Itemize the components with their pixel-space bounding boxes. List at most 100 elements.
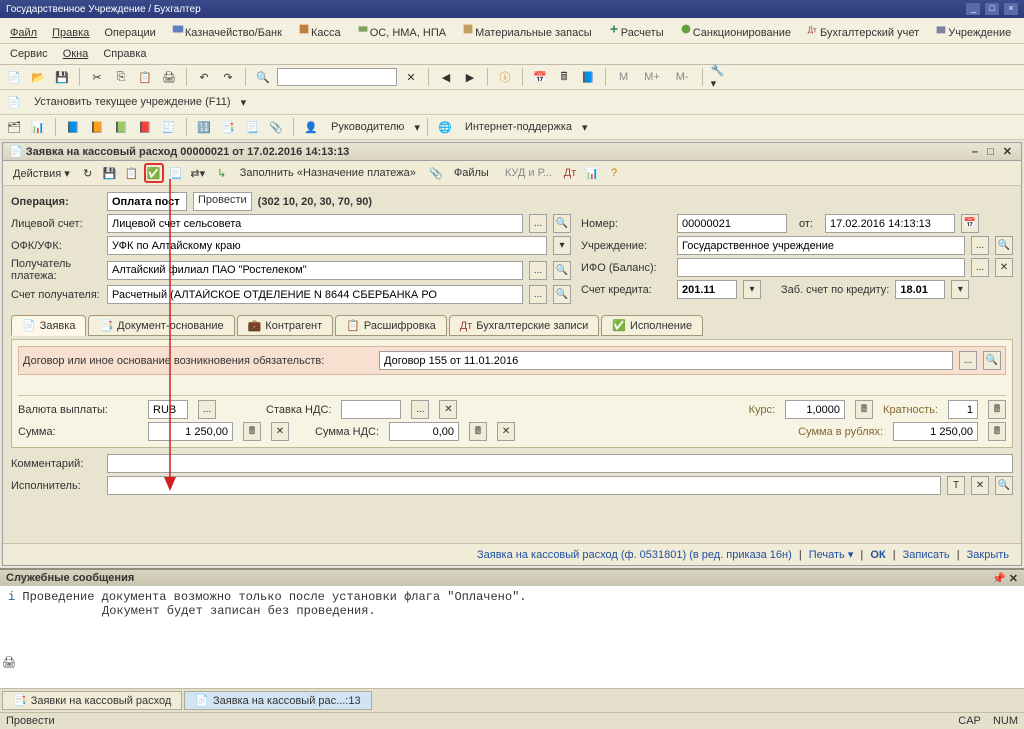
tab-execution[interactable]: ✅Исполнение [601, 315, 703, 336]
minimize-icon[interactable]: _ [966, 3, 980, 15]
dropdown-icon[interactable]: ▾ [553, 236, 571, 255]
clear-icon[interactable]: ✕ [271, 422, 289, 441]
tab-request[interactable]: 📄Заявка [11, 315, 86, 336]
files-link[interactable]: Файлы [448, 165, 495, 181]
ic3[interactable]: 📘 [63, 117, 83, 137]
search-input[interactable] [277, 68, 397, 86]
cut-icon[interactable]: ✂ [87, 67, 107, 87]
menu-materials[interactable]: Материальные запасы [455, 20, 598, 41]
ifo-input[interactable] [677, 258, 965, 277]
dtkt-icon[interactable]: Дт [560, 163, 580, 183]
copy-icon[interactable]: ⎘ [111, 67, 131, 87]
calc-icon[interactable]: 🖩 [469, 422, 487, 441]
menu-calc[interactable]: Расчеты [601, 20, 670, 41]
tab-counterparty[interactable]: 💼Контрагент [237, 315, 334, 336]
sum-input[interactable] [148, 422, 233, 441]
calc-icon[interactable]: 🖩 [855, 400, 873, 419]
clip-icon[interactable]: 📎 [426, 163, 446, 183]
globe-icon[interactable]: 🌐 [435, 117, 455, 137]
ok-button[interactable]: ОК [870, 549, 885, 561]
menu-windows[interactable]: Окна [57, 46, 95, 62]
calc-icon[interactable]: 🖩 [988, 422, 1006, 441]
menu-treasury[interactable]: Казначейство/Банк [165, 20, 288, 41]
ic2[interactable]: 📊 [28, 117, 48, 137]
ic9[interactable]: 📑 [218, 117, 238, 137]
nav-fwd-icon[interactable]: ▶ [460, 67, 480, 87]
report-icon[interactable]: 📊 [582, 163, 602, 183]
close-icon[interactable]: × [1004, 3, 1018, 15]
menu-operations[interactable]: Операции [98, 25, 161, 41]
date-input[interactable] [825, 214, 955, 233]
paste-icon[interactable]: 📋 [135, 67, 155, 87]
undo-icon[interactable]: ↶ [194, 67, 214, 87]
search-icon[interactable]: 🔍 [553, 285, 571, 304]
search-icon[interactable]: 🔍 [995, 476, 1013, 495]
search-icon[interactable]: 🔍 [983, 351, 1001, 370]
comment-input[interactable] [107, 454, 1013, 473]
tab-decryption[interactable]: 📋Расшифровка [335, 315, 447, 336]
close-icon[interactable]: ✕ [1009, 573, 1018, 585]
account-input[interactable] [107, 214, 523, 233]
actions-menu[interactable]: Действия ▾ [7, 165, 76, 182]
calc-icon[interactable]: 🖩 [243, 422, 261, 441]
number-input[interactable] [677, 214, 787, 233]
rate-input[interactable] [785, 400, 845, 419]
menu-cash[interactable]: Касса [291, 20, 347, 41]
offbal-input[interactable] [895, 280, 945, 299]
print-icon[interactable]: 🖨 [159, 67, 179, 87]
side-print-icon[interactable]: 🖨 [2, 656, 16, 669]
ic7[interactable]: 🧾 [159, 117, 179, 137]
chevron-down-icon[interactable]: ▾ [414, 121, 420, 134]
chevron-down-icon[interactable]: ▾ [582, 121, 588, 134]
ruler-menu[interactable]: Руководителю [325, 119, 410, 135]
list-icon[interactable]: 📃 [166, 163, 186, 183]
dropdown-icon[interactable]: ▾ [743, 280, 761, 299]
clear-icon[interactable]: ✕ [401, 67, 421, 87]
ic6[interactable]: 📕 [135, 117, 155, 137]
lookup-icon[interactable]: ... [959, 351, 977, 370]
dropdown-icon[interactable]: ▾ [951, 280, 969, 299]
search-icon[interactable]: 🔍 [995, 236, 1013, 255]
payee-acc-input[interactable] [107, 285, 523, 304]
doc-icon[interactable]: 📄 [4, 92, 24, 112]
vat-sum-input[interactable] [389, 422, 459, 441]
lookup-icon[interactable]: ... [971, 258, 989, 277]
bottom-tab-1[interactable]: 📑Заявки на кассовый расход [2, 691, 182, 710]
doc-min-icon[interactable]: – [972, 146, 978, 158]
fill-text[interactable]: Заполнить «Назначение платежа» [234, 165, 422, 181]
clear-icon[interactable]: ✕ [995, 258, 1013, 277]
fill-icon[interactable]: ↳ [212, 163, 232, 183]
settings-icon[interactable]: 🔧▾ [710, 67, 730, 87]
select-icon[interactable]: T [947, 476, 965, 495]
form-info-link[interactable]: Заявка на кассовый расход (ф. 0531801) (… [477, 549, 792, 561]
calendar-icon[interactable]: 📅 [530, 67, 550, 87]
menu-service[interactable]: Сервис [4, 46, 54, 62]
lookup-icon[interactable]: ... [411, 400, 429, 419]
ic1[interactable]: 🗂 [4, 117, 24, 137]
restore-icon[interactable]: □ [985, 3, 999, 15]
menu-os[interactable]: ОС, НМА, НПА [350, 20, 452, 41]
mult-input[interactable] [948, 400, 978, 419]
calc-icon[interactable]: 🖩 [554, 67, 574, 87]
ic11[interactable]: 📎 [266, 117, 286, 137]
refresh-icon[interactable]: ↻ [78, 163, 98, 183]
menu-file[interactable]: Файл [4, 25, 43, 41]
copy-doc-icon[interactable]: 📋 [122, 163, 142, 183]
set-institution[interactable]: Установить текущее учреждение (F11) [28, 94, 237, 110]
open-icon[interactable]: 📂 [28, 67, 48, 87]
help-icon[interactable]: ⓘ [495, 67, 515, 87]
bal-icon[interactable]: ⇄▾ [188, 163, 208, 183]
executor-input[interactable] [107, 476, 941, 495]
calc-icon[interactable]: 🖩 [988, 400, 1006, 419]
lookup-icon[interactable]: ... [529, 285, 547, 304]
doc-close-icon[interactable]: ✕ [1003, 146, 1012, 158]
clear-icon[interactable]: ✕ [439, 400, 457, 419]
ofk-input[interactable] [107, 236, 547, 255]
lookup-icon[interactable]: ... [529, 214, 547, 233]
bottom-tab-2[interactable]: 📄Заявка на кассовый рас...:13 [184, 691, 371, 710]
contract-input[interactable] [379, 351, 953, 370]
menu-accounting[interactable]: ДтБухгалтерский учет [800, 20, 925, 41]
chevron-down-icon[interactable]: ▾ [241, 96, 247, 109]
doc-max-icon[interactable]: □ [987, 146, 994, 158]
tab-docbase[interactable]: 📑Документ-основание [88, 315, 234, 336]
